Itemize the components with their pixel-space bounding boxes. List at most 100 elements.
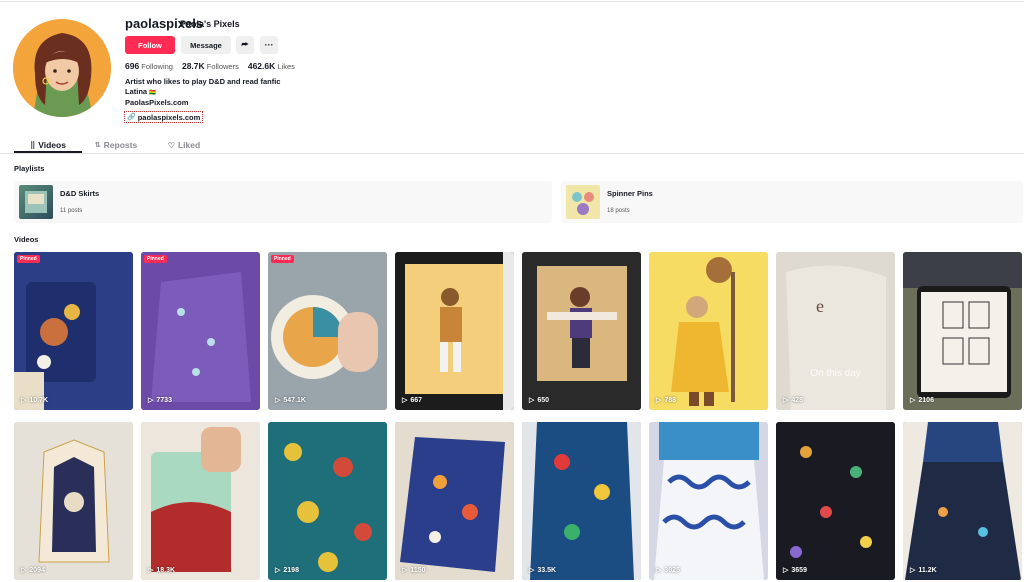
view-count-value: 3659 xyxy=(791,566,807,574)
bio-line-1: Artist who likes to play D&D and read fa… xyxy=(125,77,281,86)
video-tile[interactable]: ▷ 3659 xyxy=(776,422,895,580)
view-count-value: 1150 xyxy=(410,566,426,574)
play-icon: ▷ xyxy=(656,397,662,404)
pinned-badge: Pinned xyxy=(144,255,167,263)
view-count-value: 788 xyxy=(664,396,677,404)
view-count-value: 667 xyxy=(410,396,423,404)
view-count: ▷ 428 xyxy=(783,396,804,405)
view-count: ▷ 650 xyxy=(529,396,549,405)
video-tile[interactable]: ▷ 18.3K xyxy=(141,422,260,580)
following-count: 696 xyxy=(125,61,140,71)
playlist-count: 18 posts xyxy=(607,208,630,214)
video-tile[interactable]: ▷ 2198 xyxy=(268,422,387,580)
view-count-value: 2094 xyxy=(29,566,45,574)
playlist-thumbnail xyxy=(566,185,600,219)
video-tile[interactable]: ▷ 33.5K xyxy=(522,422,641,580)
view-count-value: 10.7K xyxy=(29,396,49,404)
play-icon: ▷ xyxy=(910,567,916,574)
video-thumbnail xyxy=(14,422,133,580)
tab-reposts-label: Reposts xyxy=(103,140,138,150)
video-thumbnail xyxy=(522,252,641,410)
tab-liked-label: Liked xyxy=(177,140,201,150)
video-thumbnail xyxy=(395,422,514,580)
share-icon: ⮫ xyxy=(241,40,249,49)
view-count: ▷ 3659 xyxy=(783,566,807,575)
play-icon: ▷ xyxy=(529,567,535,574)
video-thumbnail: e xyxy=(776,252,895,410)
pinned-badge: Pinned xyxy=(271,255,294,263)
video-tile[interactable]: ▷ 650 xyxy=(522,252,641,410)
video-tile[interactable]: ▷ 2094 xyxy=(14,422,133,580)
message-button[interactable]: Message xyxy=(181,36,231,54)
play-icon: ▷ xyxy=(529,397,535,404)
view-count-value: 2198 xyxy=(283,566,299,574)
tab-reposts[interactable]: ⇅ Reposts xyxy=(82,137,150,153)
video-tile[interactable]: ▷ 1150 xyxy=(395,422,514,580)
video-thumbnail xyxy=(776,422,895,580)
video-thumbnail xyxy=(903,252,1022,410)
view-count: ▷ 18.3K xyxy=(148,566,176,575)
tab-videos-label: Videos xyxy=(38,140,66,150)
more-options-button[interactable]: ··· xyxy=(260,36,278,54)
video-thumbnail xyxy=(395,252,514,410)
playlist-card-spinner-pins[interactable]: Spinner Pins 18 posts xyxy=(561,181,1023,223)
play-icon: ▷ xyxy=(21,567,27,574)
bio-line-2-text: Latina xyxy=(125,86,148,96)
play-icon: ▷ xyxy=(21,397,27,404)
tab-liked[interactable]: ♡ Liked xyxy=(150,137,218,153)
play-icon: ▷ xyxy=(402,397,408,404)
playlist-name: Spinner Pins xyxy=(607,189,653,198)
view-count-value: 18.3K xyxy=(156,566,176,574)
profile-link[interactable]: 🔗 paolaspixels.com xyxy=(124,111,204,123)
top-divider xyxy=(0,1,1024,2)
view-count: ▷ 11.2K xyxy=(910,566,937,575)
video-tile[interactable]: ▷ 2106 xyxy=(903,252,1022,410)
view-count-value: 33.5K xyxy=(537,566,557,574)
likes-label: Likes xyxy=(277,62,295,71)
view-count-value: 2106 xyxy=(918,396,934,404)
video-tile[interactable]: Pinned ▷ 7733 xyxy=(141,252,260,410)
play-icon: ▷ xyxy=(402,567,408,574)
share-button[interactable]: ⮫ xyxy=(236,36,254,54)
playlist-name: D&D Skirts xyxy=(60,189,100,198)
avatar-illustration xyxy=(13,19,111,117)
grid-icon: ⣿ xyxy=(30,142,36,149)
profile-link-label: paolaspixels.com xyxy=(137,112,201,122)
svg-text:e: e xyxy=(816,296,824,316)
video-overlay-text: On this day xyxy=(810,368,861,379)
play-icon: ▷ xyxy=(783,397,789,404)
video-tile[interactable]: ▷ 667 xyxy=(395,252,514,410)
following-label: Following xyxy=(141,62,173,71)
bio: Artist who likes to play D&D and read fa… xyxy=(125,77,280,108)
video-thumbnail xyxy=(141,252,260,410)
playlist-card-dnd-skirts[interactable]: D&D Skirts 11 posts xyxy=(14,181,552,223)
profile-stats: 696 Following 28.7K Followers 462.6K Lik… xyxy=(125,61,295,71)
repost-icon: ⇅ xyxy=(94,142,101,149)
video-tile[interactable]: ▷ 11.2K xyxy=(903,422,1022,580)
likes-count: 462.6K xyxy=(247,61,276,71)
follow-button[interactable]: Follow xyxy=(125,36,175,54)
display-name: Paola's Pixels xyxy=(180,19,240,29)
view-count-value: 547.1K xyxy=(283,396,306,404)
video-tile[interactable]: e On this day ▷ 428 xyxy=(776,252,895,410)
view-count: ▷ 10.7K xyxy=(21,396,49,405)
video-tile[interactable]: Pinned ▷ 10.7K xyxy=(14,252,133,410)
video-tile[interactable]: Pinned ▷ 547.1K xyxy=(268,252,387,410)
avatar[interactable] xyxy=(13,19,111,117)
video-tile[interactable]: ▷ 788 xyxy=(649,252,768,410)
bio-line-2: Latina 🇧🇴 xyxy=(125,87,280,99)
link-icon: 🔗 xyxy=(127,114,136,121)
video-thumbnail xyxy=(522,422,641,580)
likes-stat: 462.6K Likes xyxy=(248,61,295,71)
videos-title: Videos xyxy=(14,235,39,244)
view-count: ▷ 2198 xyxy=(275,566,299,575)
video-tile[interactable]: ▷ 3025 xyxy=(649,422,768,580)
view-count-value: 428 xyxy=(791,396,804,404)
followers-stat[interactable]: 28.7K Followers xyxy=(182,61,239,71)
view-count-value: 7733 xyxy=(156,396,172,404)
more-icon: ··· xyxy=(264,40,274,50)
tabs-divider xyxy=(0,153,1024,154)
bio-line-3: PaolasPixels.com xyxy=(125,98,189,107)
playlist-count: 11 posts xyxy=(60,208,83,214)
following-stat[interactable]: 696 Following xyxy=(125,61,173,71)
